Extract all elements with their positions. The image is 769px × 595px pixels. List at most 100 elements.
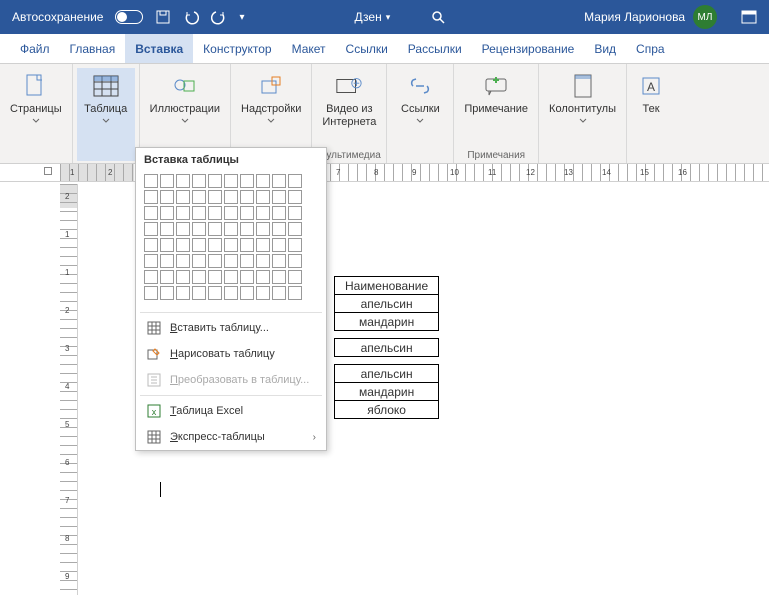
- grid-cell[interactable]: [192, 286, 206, 300]
- grid-cell[interactable]: [144, 222, 158, 236]
- grid-cell[interactable]: [272, 270, 286, 284]
- grid-cell[interactable]: [240, 238, 254, 252]
- grid-cell[interactable]: [224, 190, 238, 204]
- grid-cell[interactable]: [272, 190, 286, 204]
- tab-вставка[interactable]: Вставка: [125, 34, 193, 63]
- grid-cell[interactable]: [288, 254, 302, 268]
- horizontal-ruler[interactable]: 122345678910111213141516: [0, 164, 769, 182]
- grid-cell[interactable]: [144, 206, 158, 220]
- grid-cell[interactable]: [224, 174, 238, 188]
- grid-cell[interactable]: [176, 190, 190, 204]
- excel-table-item[interactable]: x Таблица Excel: [136, 398, 326, 424]
- grid-cell[interactable]: [272, 206, 286, 220]
- grid-cell[interactable]: [224, 238, 238, 252]
- tab-вид[interactable]: Вид: [584, 34, 626, 63]
- grid-cell[interactable]: [256, 238, 270, 252]
- grid-cell[interactable]: [160, 270, 174, 284]
- grid-cell[interactable]: [288, 190, 302, 204]
- grid-cell[interactable]: [240, 190, 254, 204]
- grid-cell[interactable]: [192, 174, 206, 188]
- grid-cell[interactable]: [208, 254, 222, 268]
- grid-cell[interactable]: [224, 286, 238, 300]
- grid-cell[interactable]: [288, 286, 302, 300]
- grid-cell[interactable]: [256, 254, 270, 268]
- grid-cell[interactable]: [208, 222, 222, 236]
- grid-cell[interactable]: [208, 174, 222, 188]
- grid-cell[interactable]: [192, 206, 206, 220]
- quick-tables-item[interactable]: Экспресс-таблицы ›: [136, 424, 326, 450]
- grid-cell[interactable]: [144, 190, 158, 204]
- table-cell[interactable]: апельсин: [335, 339, 439, 357]
- tab-главная[interactable]: Главная: [60, 34, 126, 63]
- table-cell[interactable]: Наименование: [335, 277, 439, 295]
- grid-cell[interactable]: [208, 270, 222, 284]
- grid-cell[interactable]: [288, 238, 302, 252]
- grid-cell[interactable]: [272, 286, 286, 300]
- grid-cell[interactable]: [208, 206, 222, 220]
- grid-cell[interactable]: [272, 238, 286, 252]
- tab-ссылки[interactable]: Ссылки: [336, 34, 398, 63]
- table-cell[interactable]: мандарин: [335, 313, 439, 331]
- grid-cell[interactable]: [288, 222, 302, 236]
- grid-cell[interactable]: [240, 270, 254, 284]
- table-cell[interactable]: апельсин: [335, 295, 439, 313]
- grid-cell[interactable]: [160, 174, 174, 188]
- grid-cell[interactable]: [256, 206, 270, 220]
- grid-cell[interactable]: [144, 286, 158, 300]
- save-icon[interactable]: [155, 9, 171, 25]
- table-cell[interactable]: яблоко: [335, 401, 439, 419]
- grid-cell[interactable]: [224, 206, 238, 220]
- grid-cell[interactable]: [176, 206, 190, 220]
- comment-button[interactable]: Примечание: [458, 68, 534, 148]
- grid-cell[interactable]: [272, 174, 286, 188]
- user-account[interactable]: Мария Ларионова МЛ: [584, 5, 717, 29]
- grid-cell[interactable]: [192, 254, 206, 268]
- grid-cell[interactable]: [160, 190, 174, 204]
- tab-рассылки[interactable]: Рассылки: [398, 34, 472, 63]
- tab-рецензирование[interactable]: Рецензирование: [472, 34, 585, 63]
- draw-table-item[interactable]: Нарисовать таблицу: [136, 341, 326, 367]
- ribbon-options-icon[interactable]: [741, 9, 757, 25]
- dzen-button[interactable]: Дзен ▾: [355, 10, 391, 24]
- vertical-ruler[interactable]: 21123456789: [60, 184, 78, 595]
- grid-cell[interactable]: [144, 174, 158, 188]
- grid-cell[interactable]: [256, 286, 270, 300]
- grid-cell[interactable]: [272, 222, 286, 236]
- grid-cell[interactable]: [272, 254, 286, 268]
- search-icon[interactable]: [430, 9, 446, 25]
- grid-cell[interactable]: [160, 254, 174, 268]
- grid-cell[interactable]: [288, 174, 302, 188]
- grid-cell[interactable]: [192, 190, 206, 204]
- grid-cell[interactable]: [256, 174, 270, 188]
- grid-cell[interactable]: [176, 222, 190, 236]
- grid-cell[interactable]: [256, 222, 270, 236]
- grid-cell[interactable]: [256, 190, 270, 204]
- grid-cell[interactable]: [176, 238, 190, 252]
- grid-cell[interactable]: [240, 174, 254, 188]
- links-button[interactable]: Ссылки: [391, 68, 449, 161]
- redo-icon[interactable]: [211, 9, 227, 25]
- insert-table-item[interactable]: Вставить таблицу...: [136, 315, 326, 341]
- tab-спра[interactable]: Спра: [626, 34, 675, 63]
- table-cell[interactable]: апельсин: [335, 365, 439, 383]
- tab-конструктор[interactable]: Конструктор: [193, 34, 281, 63]
- grid-cell[interactable]: [144, 270, 158, 284]
- document-table[interactable]: Наименованиеапельсинмандаринапельсинапел…: [334, 276, 439, 419]
- grid-cell[interactable]: [144, 254, 158, 268]
- grid-cell[interactable]: [224, 254, 238, 268]
- grid-cell[interactable]: [160, 286, 174, 300]
- grid-cell[interactable]: [288, 270, 302, 284]
- table-grid-picker[interactable]: [136, 172, 326, 310]
- grid-cell[interactable]: [256, 270, 270, 284]
- grid-cell[interactable]: [240, 286, 254, 300]
- grid-cell[interactable]: [160, 222, 174, 236]
- grid-cell[interactable]: [192, 270, 206, 284]
- online-video-button[interactable]: Видео из Интернета: [316, 68, 382, 148]
- grid-cell[interactable]: [176, 254, 190, 268]
- grid-cell[interactable]: [240, 206, 254, 220]
- tab-макет[interactable]: Макет: [282, 34, 336, 63]
- pages-button[interactable]: Страницы: [4, 68, 68, 161]
- grid-cell[interactable]: [208, 286, 222, 300]
- grid-cell[interactable]: [240, 254, 254, 268]
- undo-icon[interactable]: [183, 9, 199, 25]
